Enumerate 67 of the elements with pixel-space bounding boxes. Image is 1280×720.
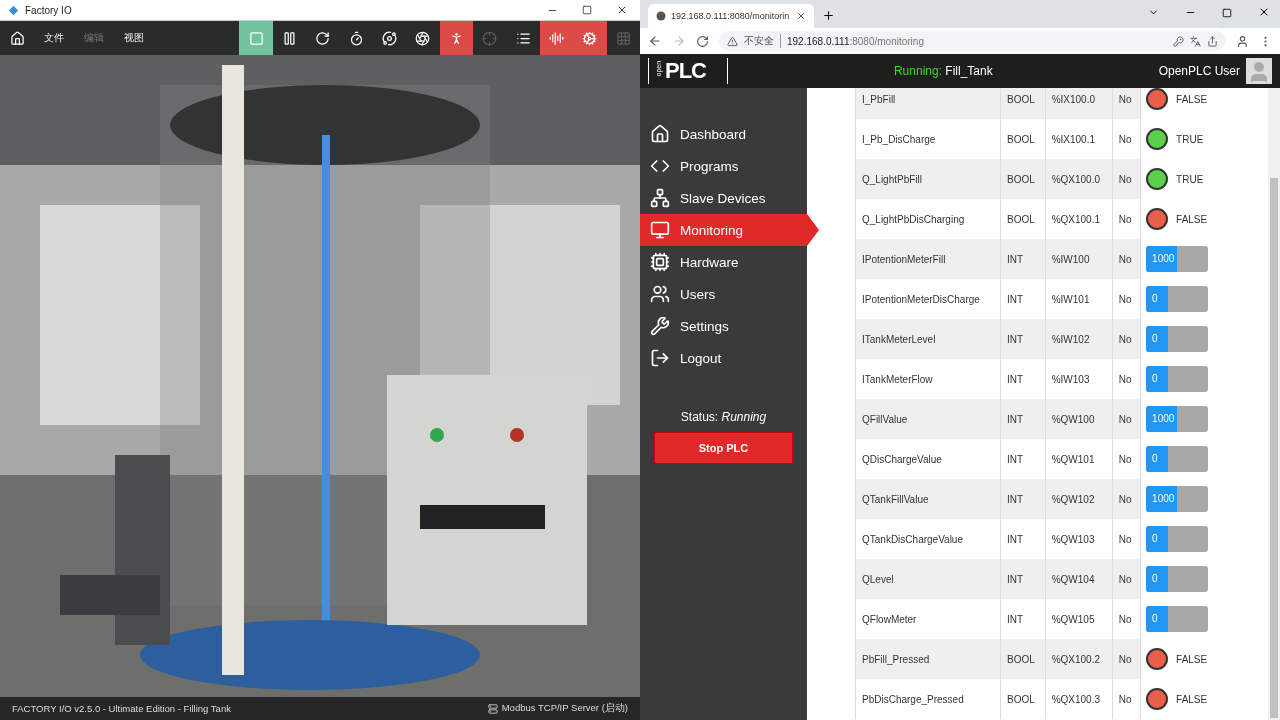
sidebar-item[interactable]: Hardware — [640, 246, 807, 278]
user-name: OpenPLC User — [1158, 64, 1240, 78]
home-icon — [9, 30, 25, 46]
sidebar-item[interactable]: Logout — [640, 342, 807, 374]
sidebar-item[interactable]: Settings — [640, 310, 807, 342]
table-cell: %QX100.3 — [1045, 679, 1113, 719]
browser-tab[interactable]: 192.168.0.111:8080/monitorin — [648, 4, 814, 28]
value-text: FALSE — [1176, 213, 1208, 225]
new-tab-icon[interactable] — [822, 9, 835, 22]
scrollbar-thumb[interactable] — [1270, 178, 1278, 718]
globe-icon — [656, 11, 666, 21]
logout-icon — [650, 348, 670, 368]
warning-icon — [727, 35, 738, 47]
value-text: TRUE — [1176, 133, 1204, 145]
toolbar-button[interactable] — [439, 21, 474, 55]
network-icon — [650, 188, 670, 208]
address-bar[interactable]: 不安全 192.168.0.111:8080/monitoring — [719, 31, 1226, 51]
stop-plc-button[interactable]: Stop PLC — [654, 432, 793, 464]
maximize-icon[interactable] — [1222, 8, 1232, 18]
users-icon — [650, 284, 670, 304]
key-icon[interactable] — [1173, 35, 1184, 47]
value-text: 0 — [1152, 453, 1158, 464]
value-text: FALSE — [1176, 93, 1208, 105]
status-text: FACTORY I/O v2.5.0 - Ultimate Edition - Filling Tank — [12, 703, 231, 714]
value-text: 0 — [1152, 293, 1158, 304]
chip-icon — [650, 252, 670, 272]
share-icon[interactable] — [1207, 35, 1218, 47]
server-icon — [487, 703, 498, 714]
profile-icon[interactable] — [1236, 34, 1249, 48]
running-status: Running: Fill_Tank — [892, 64, 994, 78]
plc-status: Status: Running — [679, 410, 768, 424]
menu-item[interactable]: 文件 — [34, 31, 74, 45]
window-title: Factory IO — [25, 4, 73, 16]
reload-icon[interactable] — [696, 34, 709, 48]
sidebar-item[interactable]: Slave Devices — [640, 182, 807, 214]
sidebar-item[interactable]: Dashboard — [640, 118, 807, 150]
wrench-icon — [650, 316, 670, 336]
app-logo-icon — [8, 4, 19, 16]
value-text: 0 — [1152, 573, 1158, 584]
value-text: TRUE — [1176, 173, 1204, 185]
value-text: FALSE — [1176, 653, 1208, 665]
sidebar-item[interactable]: Programs — [640, 150, 807, 182]
security-label: 不安全 — [744, 34, 781, 48]
sidebar-item[interactable]: Monitoring — [640, 214, 819, 246]
value-text: 0 — [1152, 613, 1158, 624]
menu-item[interactable]: 视图 — [114, 31, 154, 45]
value-text: 1000 — [1152, 413, 1175, 424]
back-icon[interactable] — [648, 34, 662, 48]
value-text: 1000 — [1152, 493, 1175, 504]
value-text: 1000 — [1152, 253, 1175, 264]
url-text: 192.168.0.111:8080/monitoring — [787, 35, 924, 47]
close-tab-icon[interactable] — [796, 11, 806, 21]
value-text: 0 — [1152, 533, 1158, 544]
value-text: 0 — [1152, 333, 1158, 344]
table-cell: PbDisCharge_Pressed — [855, 679, 1001, 719]
home-icon — [650, 124, 670, 144]
close-icon[interactable] — [1258, 6, 1270, 18]
server-status: Modbus TCP/IP Server (启动) — [501, 702, 628, 715]
toolbar-button[interactable] — [539, 21, 574, 55]
maximize-icon[interactable] — [582, 5, 592, 15]
table-cell: BOOL — [1000, 679, 1046, 719]
close-icon[interactable] — [616, 4, 628, 16]
sidebar-item[interactable]: Users — [640, 278, 807, 310]
translate-icon[interactable] — [1190, 35, 1201, 47]
value-text: 0 — [1152, 373, 1158, 384]
value-text: FALSE — [1176, 693, 1208, 705]
monitor-icon — [650, 220, 670, 240]
